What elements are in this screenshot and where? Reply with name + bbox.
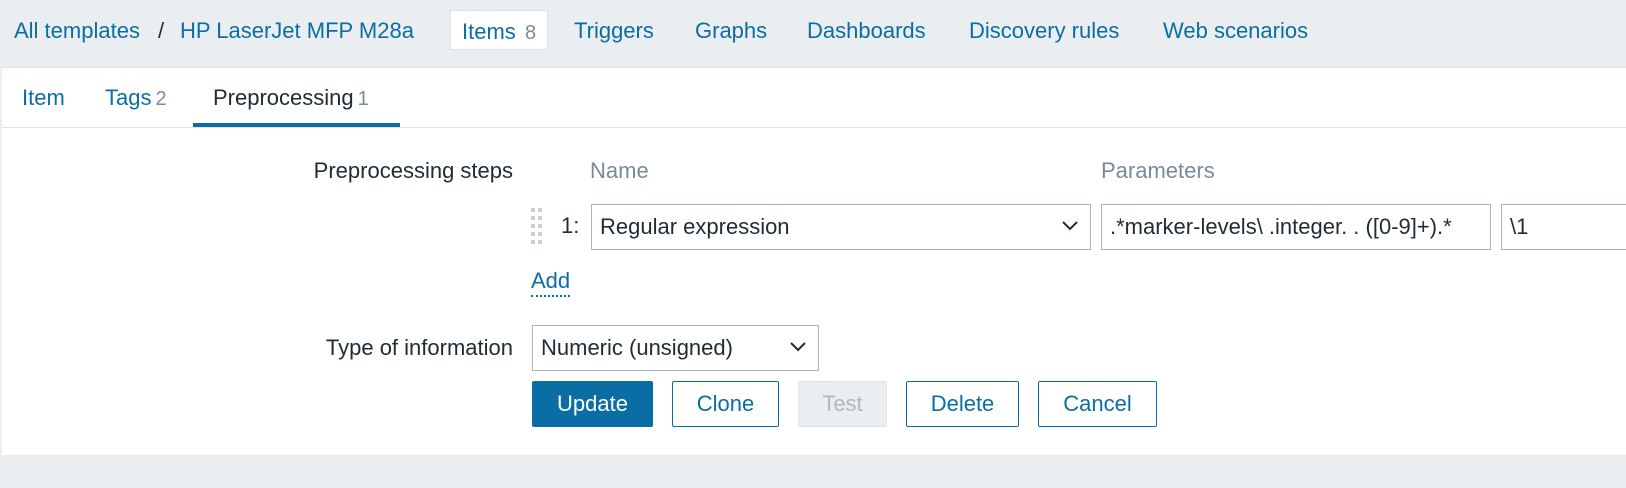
subtab-tags-count: 2: [155, 88, 167, 110]
type-of-information-select[interactable]: Numeric (unsigned): [532, 325, 819, 371]
active-subtab-indicator: [193, 123, 400, 127]
breadcrumb-all-templates[interactable]: All templates: [14, 17, 140, 45]
nav-tab-items-count: 8: [525, 22, 537, 44]
column-header-name: Name: [590, 158, 649, 183]
step-parameter-output-input[interactable]: \1: [1501, 204, 1626, 250]
type-of-information-label: Type of information: [325, 335, 513, 360]
update-button[interactable]: Update: [532, 381, 653, 427]
nav-tab-items-label: Items: [462, 19, 516, 44]
nav-tab-dashboards[interactable]: Dashboards: [807, 17, 926, 45]
step-parameter-output-value: \1: [1510, 214, 1529, 239]
nav-tab-graphs[interactable]: Graphs: [695, 17, 767, 45]
subtab-tags[interactable]: Tags 2: [105, 84, 167, 113]
subtab-preprocessing-label: Preprocessing: [213, 85, 354, 110]
delete-button[interactable]: Delete: [906, 381, 1019, 427]
step-type-value: Regular expression: [600, 214, 790, 239]
preprocessing-steps-label: Preprocessing steps: [313, 158, 513, 183]
column-header-parameters: Parameters: [1101, 158, 1215, 183]
nav-tab-discovery-rules[interactable]: Discovery rules: [969, 17, 1119, 45]
test-button: Test: [798, 381, 887, 427]
nav-tab-triggers[interactable]: Triggers: [574, 17, 654, 45]
drag-handle-icon[interactable]: [531, 208, 543, 244]
nav-tab-web-scenarios[interactable]: Web scenarios: [1163, 17, 1308, 45]
step-parameter-pattern-value: .*marker-levels\ .integer. . ([0-9]+).*: [1110, 214, 1452, 239]
breadcrumb-separator: /: [158, 18, 165, 43]
subtab-item-label: Item: [22, 85, 65, 110]
add-step-link[interactable]: Add: [531, 267, 571, 297]
item-subtabs: Item Tags 2 Preprocessing 1: [2, 68, 1626, 128]
nav-tab-items[interactable]: Items 8: [450, 10, 548, 50]
chevron-down-icon: [790, 342, 806, 352]
subtab-preprocessing-count: 1: [357, 88, 369, 110]
chevron-down-icon: [1062, 221, 1078, 231]
item-form-panel: Item Tags 2 Preprocessing 1 Preprocessing …: [2, 67, 1626, 455]
breadcrumb-template-name[interactable]: HP LaserJet MFP M28a: [180, 17, 414, 45]
clone-button[interactable]: Clone: [672, 381, 779, 427]
step-number: 1:: [561, 213, 580, 238]
subtab-preprocessing[interactable]: Preprocessing 1: [213, 84, 369, 113]
step-type-select[interactable]: Regular expression: [591, 204, 1091, 250]
subtab-tags-label: Tags: [105, 85, 152, 110]
cancel-button[interactable]: Cancel: [1038, 381, 1157, 427]
step-parameter-pattern-input[interactable]: .*marker-levels\ .integer. . ([0-9]+).*: [1101, 204, 1491, 250]
subtab-item[interactable]: Item: [22, 84, 65, 112]
type-of-information-value: Numeric (unsigned): [541, 335, 733, 360]
top-navigation: All templates / HP LaserJet MFP M28a Ite…: [0, 0, 1626, 64]
